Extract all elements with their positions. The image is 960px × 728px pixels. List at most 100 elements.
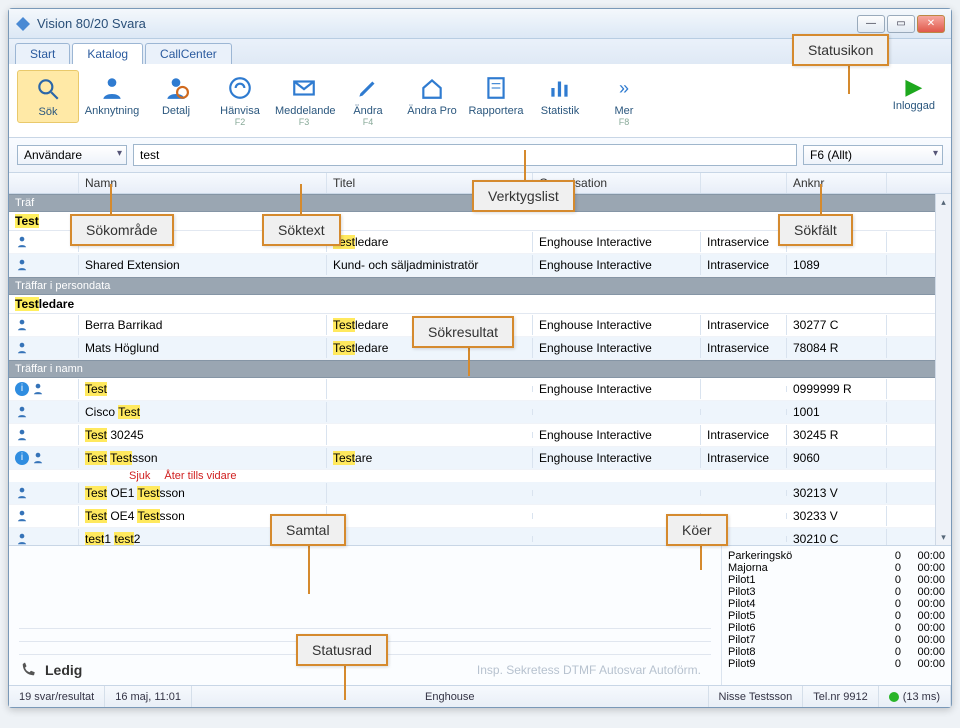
queue-row[interactable]: Pilot6000:00 (728, 622, 945, 634)
cell-name: Shared Extension (79, 255, 327, 275)
info-icon: i (15, 382, 29, 396)
more-icon: » (610, 74, 638, 102)
cell-title: Kund- och säljadministratör (327, 255, 533, 275)
toolbar-anknytning[interactable]: Anknytning (81, 70, 143, 121)
toolbar-hanvisa[interactable]: HänvisaF2 (209, 70, 271, 131)
detail-icon (162, 74, 190, 102)
minimize-button[interactable]: — (857, 15, 885, 33)
cell-ankn: 30213 V (787, 483, 887, 503)
queue-row[interactable]: Pilot3000:00 (728, 586, 945, 598)
cell-org (533, 490, 701, 496)
status-company: Enghouse (192, 686, 708, 707)
toolbar-andra[interactable]: ÄndraF4 (337, 70, 399, 131)
cell-org: Enghouse Interactive (533, 232, 701, 252)
cell-title (327, 490, 533, 496)
callout-verktygslist: Verktygslist (472, 180, 575, 212)
envelope-icon (290, 74, 318, 102)
queue-pane: Parkeringskö000:00Majorna000:00Pilot1000… (721, 546, 951, 685)
result-row[interactable]: Shared Extension Kund- och säljadministr… (9, 254, 935, 277)
tab-callcenter[interactable]: CallCenter (145, 43, 232, 64)
result-row[interactable]: Test 30245 Enghouse Interactive Intraser… (9, 424, 935, 447)
result-row[interactable]: test1 test2 30210 C (9, 528, 935, 545)
group-header: Träffar i persondata (9, 277, 935, 295)
search-scope-combo[interactable]: Användare (17, 145, 127, 165)
cell-title (327, 386, 533, 392)
cell-ankn: 78084 R (787, 338, 887, 358)
queue-row[interactable]: Pilot8000:00 (728, 646, 945, 658)
status-datetime: 16 maj, 11:01 (105, 686, 192, 707)
queue-row[interactable]: Pilot7000:00 (728, 634, 945, 646)
result-row[interactable]: i Test Testsson Testare Enghouse Interac… (9, 447, 935, 470)
tab-start[interactable]: Start (15, 43, 70, 64)
call-flags: Insp. Sekretess DTMF Autosvar Autoförm. (82, 663, 711, 677)
toolbar-sok[interactable]: Sök (17, 70, 79, 123)
toolbar-meddelande[interactable]: MeddelandeF3 (273, 70, 335, 131)
cell-ankn: 1001 (787, 402, 887, 422)
queue-row[interactable]: Pilot5000:00 (728, 610, 945, 622)
cell-name: Berra Barrikad (79, 315, 327, 335)
cell-ansvar: Intraservice (701, 255, 787, 275)
queue-row[interactable]: Parkeringskö000:00 (728, 550, 945, 562)
col-ankn[interactable]: Anknr (787, 173, 887, 193)
result-row[interactable]: i Test Enghouse Interactive 0999999 R (9, 378, 935, 401)
queue-row[interactable]: Pilot1000:00 (728, 574, 945, 586)
search-row: Användare F6 (Allt) (9, 138, 951, 173)
results-grid: TräfTest Berra Barrikad Testledare Engho… (9, 194, 935, 545)
toolbar-detalj[interactable]: Detalj (145, 70, 207, 121)
callout-koer: Köer (666, 514, 728, 546)
cell-title (327, 513, 533, 519)
cell-ankn: 1089 (787, 255, 887, 275)
callout-statusrad: Statusrad (296, 634, 388, 666)
cell-ansvar: Intraservice (701, 448, 787, 468)
search-filter-combo[interactable]: F6 (Allt) (803, 145, 943, 165)
cell-title (327, 536, 533, 542)
status-ping: (13 ms) (879, 686, 951, 707)
cell-ansvar: Intraservice (701, 338, 787, 358)
cell-name: Test Testsson (79, 448, 327, 468)
cell-org: Enghouse Interactive (533, 379, 701, 399)
queue-row[interactable]: Pilot4000:00 (728, 598, 945, 610)
result-row[interactable]: Test OE4 Testsson 30233 V (9, 505, 935, 528)
cell-title: Testare (327, 448, 533, 468)
callout-sokfalt: Sökfält (778, 214, 853, 246)
tab-katalog[interactable]: Katalog (72, 43, 143, 64)
vertical-scrollbar[interactable]: ▴▾ (935, 194, 951, 545)
match-header: Testledare (9, 295, 935, 314)
queue-row[interactable]: Pilot9000:00 (728, 658, 945, 670)
window-title: Vision 80/20 Svara (37, 16, 857, 31)
cell-org: Enghouse Interactive (533, 315, 701, 335)
cell-ansvar: Intraservice (701, 232, 787, 252)
callout-sokomrade: Sökområde (70, 214, 174, 246)
play-icon: ▶ (893, 74, 935, 100)
cell-name: Test 30245 (79, 425, 327, 445)
cell-title (327, 409, 533, 415)
queue-row[interactable]: Majorna000:00 (728, 562, 945, 574)
result-row[interactable]: Cisco Test 1001 (9, 401, 935, 424)
cell-ankn: 30277 C (787, 315, 887, 335)
cell-ansvar (701, 409, 787, 415)
status-user: Nisse Testsson (709, 686, 804, 707)
cell-name: Cisco Test (79, 402, 327, 422)
callout-sokresultat: Sökresultat (412, 316, 514, 348)
search-input[interactable] (133, 144, 797, 166)
col-ansvar[interactable] (701, 173, 787, 193)
cell-org: Enghouse Interactive (533, 255, 701, 275)
result-row[interactable]: Test OE1 Testsson 30213 V (9, 482, 935, 505)
col-namn[interactable]: Namn (79, 173, 327, 193)
group-header: Träffar i namn (9, 360, 935, 378)
callout-soktext: Söktext (262, 214, 341, 246)
cell-name: Test OE1 Testsson (79, 483, 327, 503)
close-button[interactable]: ✕ (917, 15, 945, 33)
app-icon (15, 16, 31, 32)
chart-icon (546, 74, 574, 102)
status-note: SjukÅter tills vidare (9, 470, 935, 482)
toolbar-statistik[interactable]: Statistik (529, 70, 591, 121)
toolbar-mer[interactable]: » MerF8 (593, 70, 655, 131)
phone-icon (19, 661, 37, 679)
cell-org (533, 409, 701, 415)
toolbar-andrapro[interactable]: Ändra Pro (401, 70, 463, 121)
toolbar-rapportera[interactable]: Rapportera (465, 70, 527, 121)
cell-ansvar: Intraservice (701, 425, 787, 445)
maximize-button[interactable]: ▭ (887, 15, 915, 33)
call-state: Ledig (45, 662, 82, 678)
